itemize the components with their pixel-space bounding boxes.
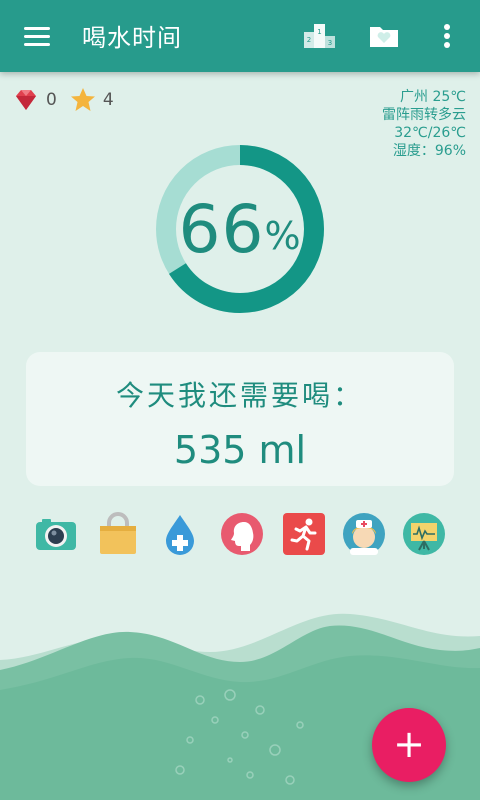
- more-vert-icon[interactable]: [430, 18, 464, 54]
- remaining-label: 今天我还需要喝：: [115, 379, 364, 412]
- star-icon: [70, 88, 95, 111]
- weather-condition: 雷阵雨转多云: [382, 107, 466, 123]
- gem-count: 0: [46, 90, 57, 110]
- weather-range: 32℃/26℃: [394, 125, 466, 141]
- svg-text:1: 1: [317, 28, 321, 36]
- star-count: 4: [102, 90, 114, 110]
- svg-text:2: 2: [307, 36, 311, 44]
- weather-city-temp: 广州 25℃: [400, 89, 466, 105]
- svg-text:3: 3: [328, 39, 332, 47]
- water-drop-plus-icon[interactable]: [158, 512, 202, 556]
- add-drink-button[interactable]: +: [372, 708, 446, 782]
- app-title: 喝水时间: [82, 24, 182, 52]
- weather-panel[interactable]: 广州 25℃ 雷阵雨转多云 32℃/26℃ 湿度：96%: [382, 88, 466, 160]
- ruby-gem-icon: [16, 90, 36, 110]
- progress-percent: 66%: [154, 190, 326, 270]
- remaining-card: 今天我还需要喝： 535 ml: [26, 352, 454, 486]
- ranking-podium-icon[interactable]: 1 2 3: [302, 18, 338, 54]
- nurse-icon[interactable]: [342, 512, 386, 556]
- app-bar: 喝水时间 1 2 3: [0, 0, 480, 72]
- score-bar: 0 4: [12, 86, 126, 114]
- weather-humidity: 湿度：96%: [392, 143, 466, 159]
- remaining-amount: 535 ml: [173, 428, 307, 472]
- camera-icon[interactable]: [34, 512, 78, 556]
- progress-value: 66: [178, 191, 265, 268]
- woman-profile-icon[interactable]: [220, 512, 264, 556]
- progress-unit: %: [264, 214, 302, 258]
- shopping-bag-icon[interactable]: [96, 512, 140, 556]
- folder-heart-icon[interactable]: [366, 18, 402, 54]
- presentation-chart-icon[interactable]: [402, 512, 446, 556]
- hamburger-menu-icon[interactable]: [14, 16, 60, 56]
- running-man-icon[interactable]: [282, 512, 326, 556]
- tool-bar: [0, 512, 480, 556]
